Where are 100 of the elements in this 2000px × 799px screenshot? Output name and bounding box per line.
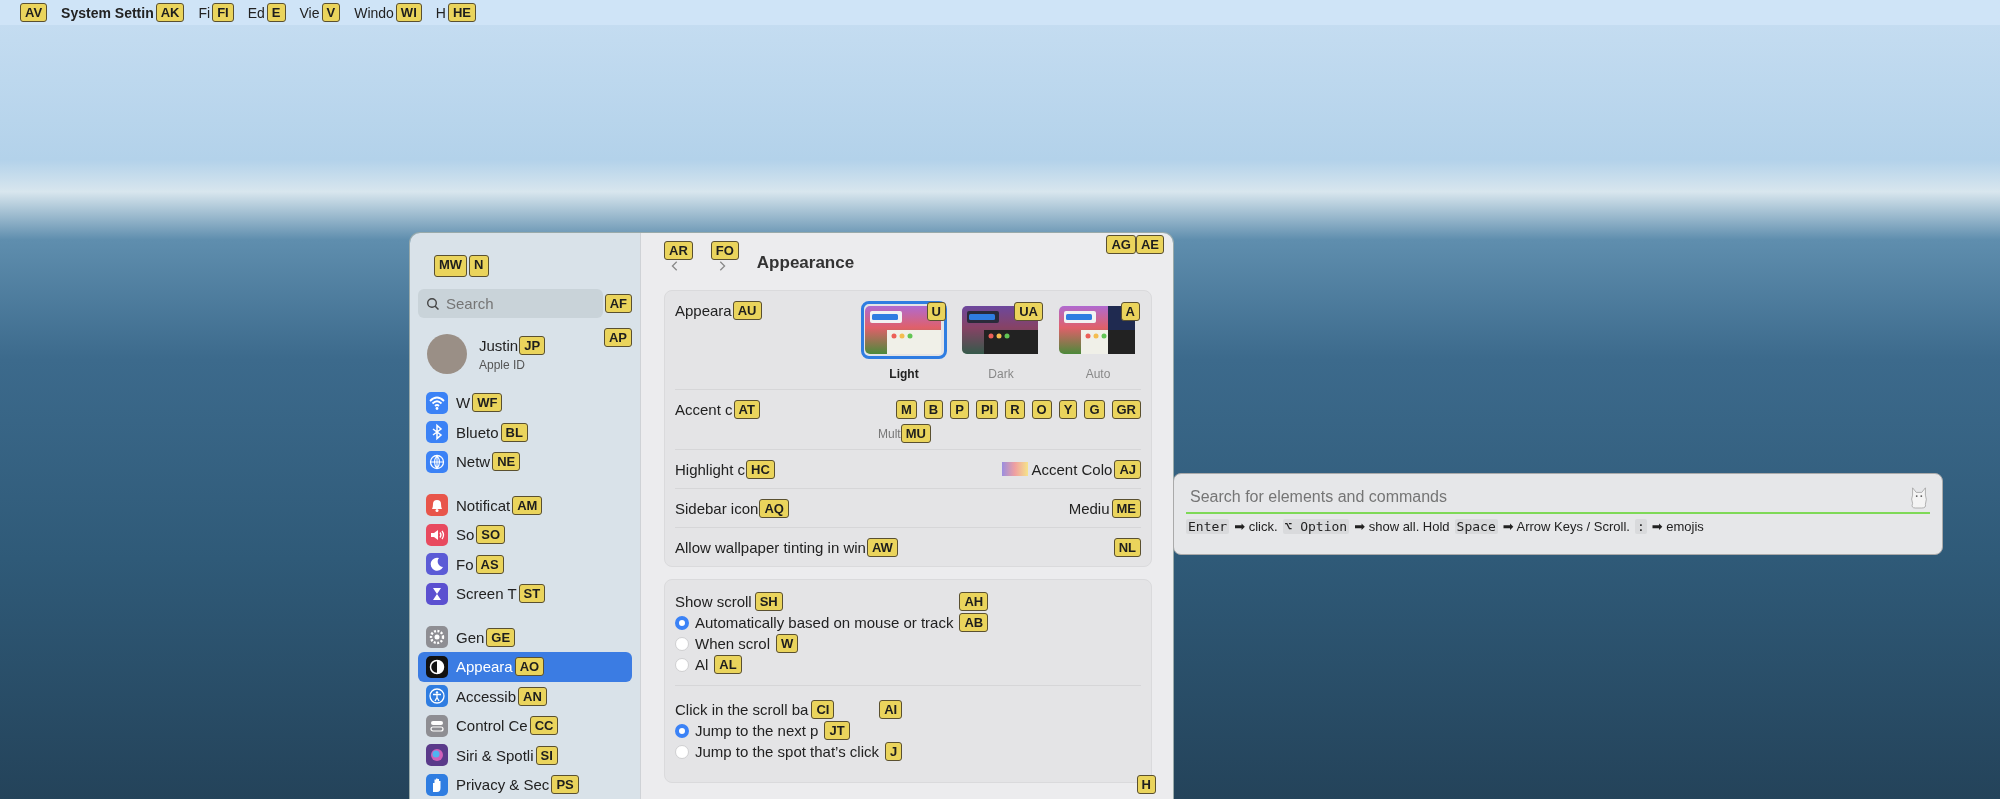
hint-badge: WI: [395, 3, 422, 22]
menu-item[interactable]: Ed: [247, 4, 265, 21]
setting-label: Allow wallpaper tinting in win: [675, 538, 866, 556]
radio-button[interactable]: [675, 615, 689, 630]
hint-badge: AT: [733, 400, 760, 419]
hint-badge: AL: [714, 655, 742, 674]
help-text: ➡ emojis: [1651, 519, 1704, 534]
hint-badge: NL: [1113, 537, 1141, 557]
hint-badge: M: [896, 400, 917, 419]
hint-badge: O: [1031, 400, 1052, 419]
help-text: ➡ show all. Hold: [1354, 519, 1450, 534]
sidebar-item[interactable]: Siri & Spotli SI: [418, 740, 632, 770]
hint-badge: AM: [512, 495, 543, 515]
radio-label[interactable]: Jump to the spot that’s click: [695, 743, 879, 760]
hint-badge: NE: [492, 452, 521, 472]
hint-badge: AE: [1135, 235, 1164, 254]
back-chevron-icon[interactable]: [670, 260, 680, 272]
sidebar-item[interactable]: Fo AS: [418, 549, 632, 579]
sidebar-item[interactable]: Notificat AM: [418, 490, 632, 520]
radio-button[interactable]: [675, 657, 689, 672]
sidebar-item[interactable]: Screen T ST: [418, 579, 632, 609]
radio-label[interactable]: Jump to the next p: [695, 722, 819, 739]
hint-badge: AG: [1106, 235, 1136, 254]
sidebar-item[interactable]: Netw NE: [418, 447, 632, 477]
sidebar-item[interactable]: W WF: [418, 388, 632, 418]
theme-label: Dark: [988, 367, 1014, 381]
speaker-icon: [426, 523, 448, 546]
accessibility-icon: [426, 685, 448, 708]
popup-value[interactable]: Accent Colo: [1031, 460, 1113, 478]
hint-badge: AF: [604, 294, 632, 313]
hint-badge: N: [469, 255, 489, 277]
hint-badge: W: [776, 634, 799, 653]
menu-item[interactable]: Fi: [198, 4, 211, 21]
color-swatch: [1001, 462, 1028, 476]
radio-label[interactable]: When scrol: [695, 635, 771, 652]
hint-badge: GE: [486, 627, 516, 647]
bluetooth-icon: [426, 421, 448, 444]
hint-badge: JP: [519, 335, 546, 355]
sidebar-item[interactable]: Appeara AO: [418, 652, 632, 682]
help-text: ➡ click.: [1234, 519, 1278, 534]
hint-badge: B: [923, 400, 944, 419]
sidebar-item[interactable]: Accessib AN: [418, 681, 632, 711]
menu-item[interactable]: H: [435, 4, 446, 21]
radio-label[interactable]: Al: [695, 656, 709, 673]
radio-button[interactable]: [675, 636, 689, 651]
hand-icon: [426, 773, 448, 796]
hint-badge: AW: [866, 537, 898, 557]
setting-label: Sidebar icon: [675, 499, 759, 517]
hint-badge: A: [1120, 302, 1140, 321]
menu-item[interactable]: Vie: [299, 4, 320, 21]
radio-label[interactable]: Automatically based on mouse or track: [695, 614, 954, 631]
sidebar-item[interactable]: Privacy & Sec PS: [418, 770, 632, 799]
theme-label: Auto: [1085, 367, 1111, 381]
menu-item[interactable]: Windo: [354, 4, 394, 21]
hint-badge: UA: [1014, 302, 1043, 321]
theme-option[interactable]: U: [861, 301, 947, 359]
setting-label: Highlight c: [675, 460, 746, 478]
hourglass-icon: [426, 582, 448, 605]
setting-label: Accent c: [675, 401, 733, 418]
setting-label: Show scroll: [675, 592, 752, 610]
hint-badge: GR: [1111, 400, 1141, 419]
sidebar-item[interactable]: Control Ce CC: [418, 711, 632, 741]
avatar: [427, 334, 467, 374]
hint-badge: U: [926, 302, 946, 321]
hint-badge: G: [1084, 400, 1105, 419]
radio-button[interactable]: [675, 744, 689, 759]
account-name[interactable]: Justin: [479, 336, 519, 354]
hint-badge: FO: [710, 241, 739, 260]
contrast-icon: [426, 655, 448, 678]
page-title: Appearance: [756, 253, 855, 273]
hint-badge: P: [950, 400, 969, 419]
search-icon: [426, 296, 440, 311]
gear-icon: [426, 626, 448, 649]
help-text: ➡ Arrow Keys / Scroll.: [1502, 519, 1630, 534]
search-field[interactable]: Search: [418, 289, 603, 318]
command-search-field[interactable]: Search for elements and commands: [1186, 488, 1908, 506]
orb-icon: [426, 744, 448, 767]
wifi-icon: [426, 391, 448, 414]
hint-badge: AH: [959, 591, 989, 611]
hint-badge: Y: [1058, 400, 1078, 419]
hint-badge: AI: [879, 699, 903, 719]
setting-label: Appeara: [675, 302, 732, 319]
hint-badge: AN: [518, 686, 547, 706]
sidebar-item[interactable]: So SO: [418, 520, 632, 550]
hint-badge: E: [266, 3, 286, 22]
key-hint: ⌥ Option: [1282, 519, 1350, 534]
key-hint: :: [1634, 519, 1647, 534]
popup-value[interactable]: Mediu: [1068, 499, 1110, 517]
hint-badge: BL: [500, 422, 528, 442]
hint-badge: SO: [476, 525, 506, 545]
search-input[interactable]: Search: [446, 295, 586, 312]
hint-badge: J: [885, 742, 903, 761]
app-menu[interactable]: System Settin: [61, 4, 154, 21]
radio-button[interactable]: [675, 723, 689, 738]
theme-label: Light: [889, 367, 919, 381]
sidebar-item[interactable]: Blueto BL: [418, 417, 632, 447]
hint-badge: JT: [824, 721, 850, 740]
hint-badge: AV: [20, 3, 48, 22]
hint-badge: PI: [975, 400, 999, 419]
sidebar-item[interactable]: Gen GE: [418, 622, 632, 652]
